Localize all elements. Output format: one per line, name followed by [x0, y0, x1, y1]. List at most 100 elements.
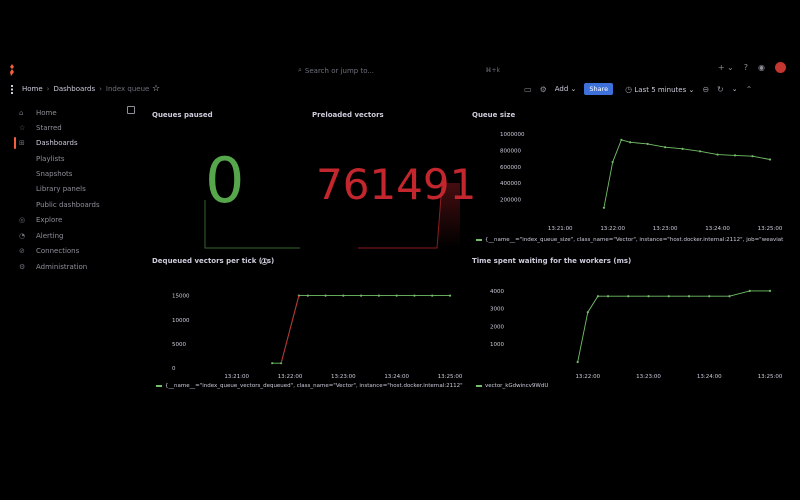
refresh-interval-chevron-icon[interactable]: ⌄: [732, 85, 738, 93]
dequeued-chart: 0 5000 10000 15000 13:21:00 13:22:00 13:23:00 1…: [172, 294, 463, 380]
data-point: [360, 294, 363, 297]
data-point: [664, 146, 667, 149]
dequeued-title: Dequeued vectors per tick (1s): [152, 257, 275, 265]
settings-icon[interactable]: ⚙: [540, 85, 547, 94]
sidebar-item-home[interactable]: ⌂ Home: [0, 106, 140, 120]
data-point: [627, 295, 630, 298]
info-icon[interactable]: [261, 258, 268, 265]
y-tick-label: 1000000: [500, 132, 525, 138]
data-point: [413, 294, 416, 297]
x-tick-label: 13:24:00: [705, 226, 730, 232]
compass-icon: ◎: [19, 216, 26, 224]
preloaded-vectors-value: 761491: [316, 160, 477, 209]
star-icon[interactable]: ☆: [152, 84, 160, 94]
top-right-actions: + ⌄ ? ◉: [718, 62, 786, 73]
sidebar-item-label: Connections: [36, 247, 80, 255]
sidebar-item-dashboards[interactable]: ⊞ Dashboards: [0, 136, 140, 150]
x-tick-label: 13:21:00: [224, 374, 249, 380]
x-tick-label: 13:24:00: [384, 374, 409, 380]
sidebar-item-snapshots[interactable]: Snapshots: [0, 167, 140, 181]
series-line: [577, 290, 770, 363]
data-point: [448, 294, 452, 297]
data-point: [395, 294, 398, 297]
sidebar-item-library-panels[interactable]: Library panels: [0, 182, 140, 196]
star-icon: ☆: [19, 124, 26, 132]
y-tick-label: 3000: [490, 307, 504, 313]
data-point: [646, 142, 649, 146]
preloaded-vectors-title: Preloaded vectors: [312, 111, 384, 119]
y-tick-label: 5000: [172, 342, 186, 348]
sidebar-item-public-dashboards[interactable]: Public dashboards: [0, 198, 140, 212]
search-shortcut: ⌘+k: [485, 67, 500, 74]
x-tick-label: 13:22:00: [600, 226, 625, 232]
data-point: [431, 294, 434, 297]
new-menu-button[interactable]: + ⌄: [718, 63, 734, 72]
sidebar-item-explore[interactable]: ◎ Explore: [0, 213, 140, 227]
data-point: [377, 294, 380, 297]
refresh-icon[interactable]: ↻: [717, 85, 724, 94]
help-icon[interactable]: ?: [744, 63, 748, 72]
data-point: [708, 295, 711, 298]
chevron-down-icon: ⌄: [570, 85, 577, 93]
sidebar-item-label: Administration: [36, 263, 88, 271]
waiting-legend[interactable]: vector_kGdwincv9WdU: [476, 383, 548, 389]
x-tick-label: 13:22:00: [278, 374, 303, 380]
sidebar-item-playlists[interactable]: Playlists: [0, 152, 140, 166]
x-tick-label: 13:22:00: [575, 374, 600, 380]
legend-swatch: [476, 239, 482, 241]
sidebar-item-connections[interactable]: ⊘ Connections: [0, 244, 140, 258]
x-tick-label: 13:23:00: [653, 226, 678, 232]
data-point: [306, 294, 309, 297]
home-icon: ⌂: [19, 109, 24, 117]
data-point: [629, 141, 632, 144]
time-range-label: Last 5 minutes: [634, 85, 687, 94]
sidebar-item-label: Starred: [36, 124, 62, 132]
data-point: [596, 295, 600, 298]
news-icon[interactable]: ◉: [758, 63, 765, 72]
series-line: [603, 139, 771, 208]
queues-paused-value: 0: [205, 144, 245, 217]
dequeued-legend[interactable]: {__name__="index_queue_vectors_dequeued"…: [156, 383, 463, 389]
save-icon[interactable]: ▭: [524, 85, 532, 94]
breadcrumb-dashboards[interactable]: Dashboards: [53, 85, 95, 93]
zoom-out-icon[interactable]: ⊖: [702, 85, 709, 94]
waiting-title: Time spent waiting for the workers (ms): [472, 257, 632, 265]
sidebar-item-label: Playlists: [36, 155, 65, 163]
share-button[interactable]: Share: [584, 83, 614, 95]
data-point: [576, 360, 579, 364]
waiting-chart: 1000 2000 3000 4000 13:22:00 13:23:00 13:24:00…: [490, 289, 783, 380]
waiting-legend-text: vector_kGdwincv9WdU: [485, 383, 549, 389]
queue-size-legend[interactable]: {__name__="index_queue_size", class_name…: [476, 237, 783, 243]
y-tick-label: 10000: [172, 318, 190, 324]
menu-icon[interactable]: [10, 85, 14, 94]
sidebar-item-administration[interactable]: ⚙ Administration: [0, 260, 140, 274]
sidebar-item-label: Alerting: [36, 232, 64, 240]
grafana-logo-icon[interactable]: [9, 64, 15, 76]
legend-swatch: [476, 385, 482, 387]
queue-size-title: Queue size: [472, 111, 516, 119]
breadcrumb: Home › Dashboards › Index queue: [22, 85, 149, 93]
sidebar-item-label: Library panels: [36, 185, 86, 193]
avatar[interactable]: [775, 62, 786, 73]
connections-icon: ⊘: [19, 247, 25, 255]
breadcrumb-home[interactable]: Home: [22, 85, 43, 93]
sidebar-item-label: Snapshots: [36, 170, 73, 178]
y-tick-label: 1000: [490, 342, 504, 348]
data-point: [611, 160, 614, 164]
add-button[interactable]: Add ⌄: [555, 85, 577, 93]
data-point: [768, 158, 772, 161]
data-point: [602, 206, 606, 209]
sidebar-item-alerting[interactable]: ◔ Alerting: [0, 229, 140, 243]
data-point: [687, 295, 691, 298]
search-input[interactable]: ⌕ Search or jump to... ⌘+k: [298, 63, 500, 78]
collapse-up-icon[interactable]: ⌃: [746, 85, 753, 94]
x-tick-label: 13:21:00: [548, 226, 573, 232]
sidebar-item-label: Explore: [36, 216, 63, 224]
y-tick-label: 800000: [500, 148, 521, 154]
time-range-picker[interactable]: ◷ Last 5 minutes ⌄: [625, 85, 694, 94]
sidebar-item-starred[interactable]: ☆ Starred: [0, 121, 140, 135]
y-tick-label: 15000: [172, 294, 190, 300]
add-button-label: Add: [554, 85, 569, 93]
y-tick-label: 0: [172, 366, 176, 372]
y-tick-label: 4000: [490, 289, 504, 295]
